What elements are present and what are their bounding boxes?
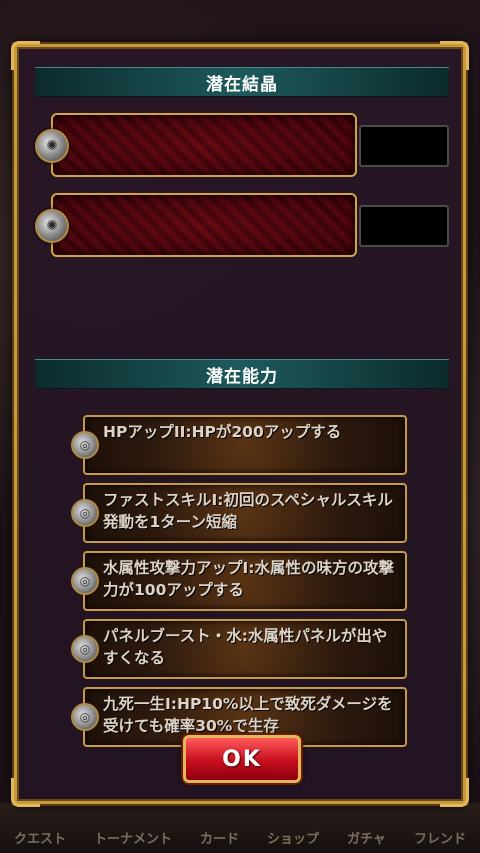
nav-gacha[interactable]: ガチャ bbox=[345, 828, 388, 853]
ok-button[interactable]: OK bbox=[183, 735, 301, 783]
crystal-section-header: 潜在結晶 bbox=[35, 67, 449, 97]
crystal-slot-value bbox=[359, 205, 449, 247]
bottom-nav: クエスト トーナメント カード ショップ ガチャ フレンド bbox=[0, 803, 480, 853]
ability-text: ファストスキルI:初回のスペシャルスキル発動を1ターン短縮 bbox=[103, 491, 393, 531]
nav-card[interactable]: カード bbox=[198, 828, 241, 853]
ability-text: パネルブースト・水:水属性パネルが出やすくなる bbox=[103, 627, 388, 667]
ability-section-header: 潜在能力 bbox=[35, 359, 449, 389]
crystal-socket-icon: ✺ bbox=[35, 129, 69, 163]
ability-text: 水属性攻撃力アップI:水属性の味方の攻撃力が100アップする bbox=[103, 559, 394, 599]
frame-corner bbox=[440, 41, 469, 70]
crystal-slot[interactable] bbox=[51, 193, 357, 257]
fast-skill-icon: ◎ bbox=[71, 499, 99, 527]
survival-icon: ◎ bbox=[71, 703, 99, 731]
list-item[interactable]: ◎ HPアップII:HPが200アップする bbox=[71, 415, 407, 475]
frame-corner bbox=[11, 778, 40, 807]
nav-quest[interactable]: クエスト bbox=[12, 828, 68, 853]
frame-corner bbox=[11, 41, 40, 70]
list-item[interactable]: ◎ ファストスキルI:初回のスペシャルスキル発動を1ターン短縮 bbox=[71, 483, 407, 543]
ability-text: HPアップII:HPが200アップする bbox=[103, 423, 342, 441]
nav-tournament[interactable]: トーナメント bbox=[92, 828, 174, 853]
water-attack-icon: ◎ bbox=[71, 567, 99, 595]
ability-list: ◎ HPアップII:HPが200アップする ◎ ファストスキルI:初回のスペシャ… bbox=[71, 415, 407, 755]
ability-text: 九死一生I:HP10%以上で致死ダメージを受けても確率30%で生存 bbox=[103, 695, 393, 735]
nav-friend[interactable]: フレンド bbox=[412, 828, 468, 853]
crystal-socket-icon: ✺ bbox=[35, 209, 69, 243]
hp-up-icon: ◎ bbox=[71, 431, 99, 459]
potential-dialog: 潜在結晶 ✺ ✺ 潜在能力 ◎ HPアップII:HPが200アップする ◎ ファ… bbox=[11, 41, 469, 807]
crystal-slot[interactable] bbox=[51, 113, 357, 177]
panel-boost-icon: ◎ bbox=[71, 635, 99, 663]
frame-corner bbox=[440, 778, 469, 807]
list-item[interactable]: ◎ パネルブースト・水:水属性パネルが出やすくなる bbox=[71, 619, 407, 679]
crystal-slot-value bbox=[359, 125, 449, 167]
nav-shop[interactable]: ショップ bbox=[265, 828, 321, 853]
list-item[interactable]: ◎ 水属性攻撃力アップI:水属性の味方の攻撃力が100アップする bbox=[71, 551, 407, 611]
